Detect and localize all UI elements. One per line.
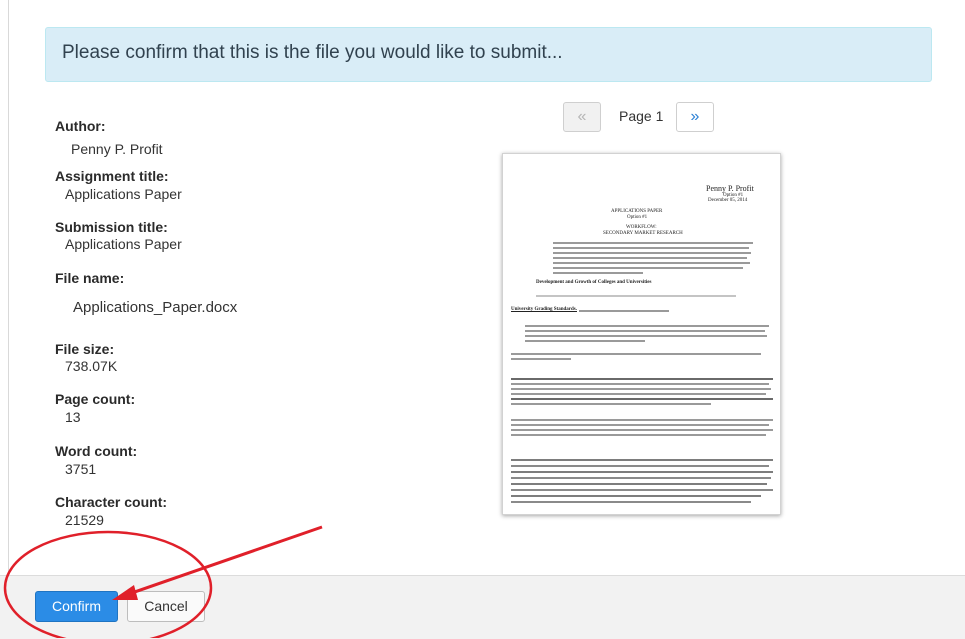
next-page-button[interactable]: »	[676, 102, 714, 132]
preview-text-line	[511, 378, 773, 380]
author-value: Penny P. Profit	[71, 141, 163, 157]
preview-mirrored-line	[511, 501, 751, 503]
submission-title-label: Submission title:	[55, 219, 168, 235]
word-count-label: Word count:	[55, 443, 138, 459]
assignment-title-label: Assignment title:	[55, 168, 169, 184]
preview-mirrored-line	[511, 483, 767, 485]
preview-text-line	[511, 398, 773, 400]
preview-text-line	[511, 383, 769, 385]
preview-text-line	[553, 247, 749, 249]
previous-page-button[interactable]: «	[563, 102, 601, 132]
preview-mirrored-line	[511, 495, 761, 497]
banner-text: Please confirm that this is the file you…	[62, 42, 563, 63]
preview-mirrored-line	[511, 477, 771, 479]
preview-text-line	[511, 358, 571, 360]
cancel-button[interactable]: Cancel	[127, 591, 205, 622]
preview-workflow: WORKFLOW:	[626, 225, 657, 230]
preview-text-line	[525, 330, 765, 332]
left-frame-border	[8, 0, 9, 575]
preview-text-line	[511, 429, 773, 431]
submission-title-value: Applications Paper	[65, 236, 182, 252]
preview-text-line	[511, 353, 761, 355]
preview-text-line	[525, 340, 645, 342]
double-chevron-right-icon: »	[690, 108, 700, 125]
preview-text-line	[553, 262, 750, 264]
assignment-title-value: Applications Paper	[65, 186, 182, 202]
preview-date: December 05, 2014	[708, 198, 748, 203]
preview-ugs-heading: University Grading Standards.	[511, 307, 577, 312]
page-count-label: Page count:	[55, 391, 136, 407]
preview-text-line	[511, 424, 769, 426]
preview-mirrored-line	[511, 465, 769, 467]
preview-text-line	[553, 252, 751, 254]
confirm-button[interactable]: Confirm	[35, 591, 118, 622]
page-indicator: Page 1	[619, 108, 664, 124]
preview-text-line	[579, 310, 669, 312]
annotation-overlay	[3, 525, 323, 638]
preview-title: APPLICATIONS PAPER	[611, 209, 663, 214]
preview-text-line	[553, 242, 753, 244]
preview-author: Penny P. Profit	[706, 184, 754, 193]
file-name-value: Applications_Paper.docx	[73, 299, 238, 316]
author-label: Author:	[55, 118, 106, 134]
preview-text-line	[511, 388, 771, 390]
preview-mirrored-line	[511, 489, 773, 491]
preview-text-line	[553, 272, 643, 274]
preview-section-heading: Development and Growth of Colleges and U…	[536, 280, 652, 285]
preview-mirrored-line	[511, 459, 773, 461]
confirm-banner: Please confirm that this is the file you…	[45, 27, 932, 82]
double-chevron-left-icon: «	[577, 108, 587, 125]
preview-text-line	[511, 403, 711, 405]
preview-text-line	[553, 267, 743, 269]
preview-text-line	[525, 335, 767, 337]
file-size-value: 738.07K	[65, 358, 118, 374]
preview-text-line	[525, 325, 769, 327]
preview-text-line	[511, 419, 773, 421]
file-size-label: File size:	[55, 341, 115, 357]
word-count-value: 3751	[65, 461, 97, 477]
preview-text-line	[511, 393, 766, 395]
document-preview: Penny P. Profit Option #1 December 05, 2…	[502, 153, 781, 515]
file-name-label: File name:	[55, 270, 125, 286]
preview-subtitle: SECONDARY MARKET RESEARCH	[603, 231, 683, 236]
page-count-value: 13	[65, 409, 81, 425]
character-count-label: Character count:	[55, 494, 168, 510]
preview-mirrored-line	[511, 471, 773, 473]
preview-text-line	[511, 434, 766, 436]
character-count-value: 21529	[65, 512, 104, 528]
preview-text-line	[536, 295, 736, 297]
preview-title-option: Option #1	[627, 215, 648, 220]
preview-text-line	[553, 257, 747, 259]
